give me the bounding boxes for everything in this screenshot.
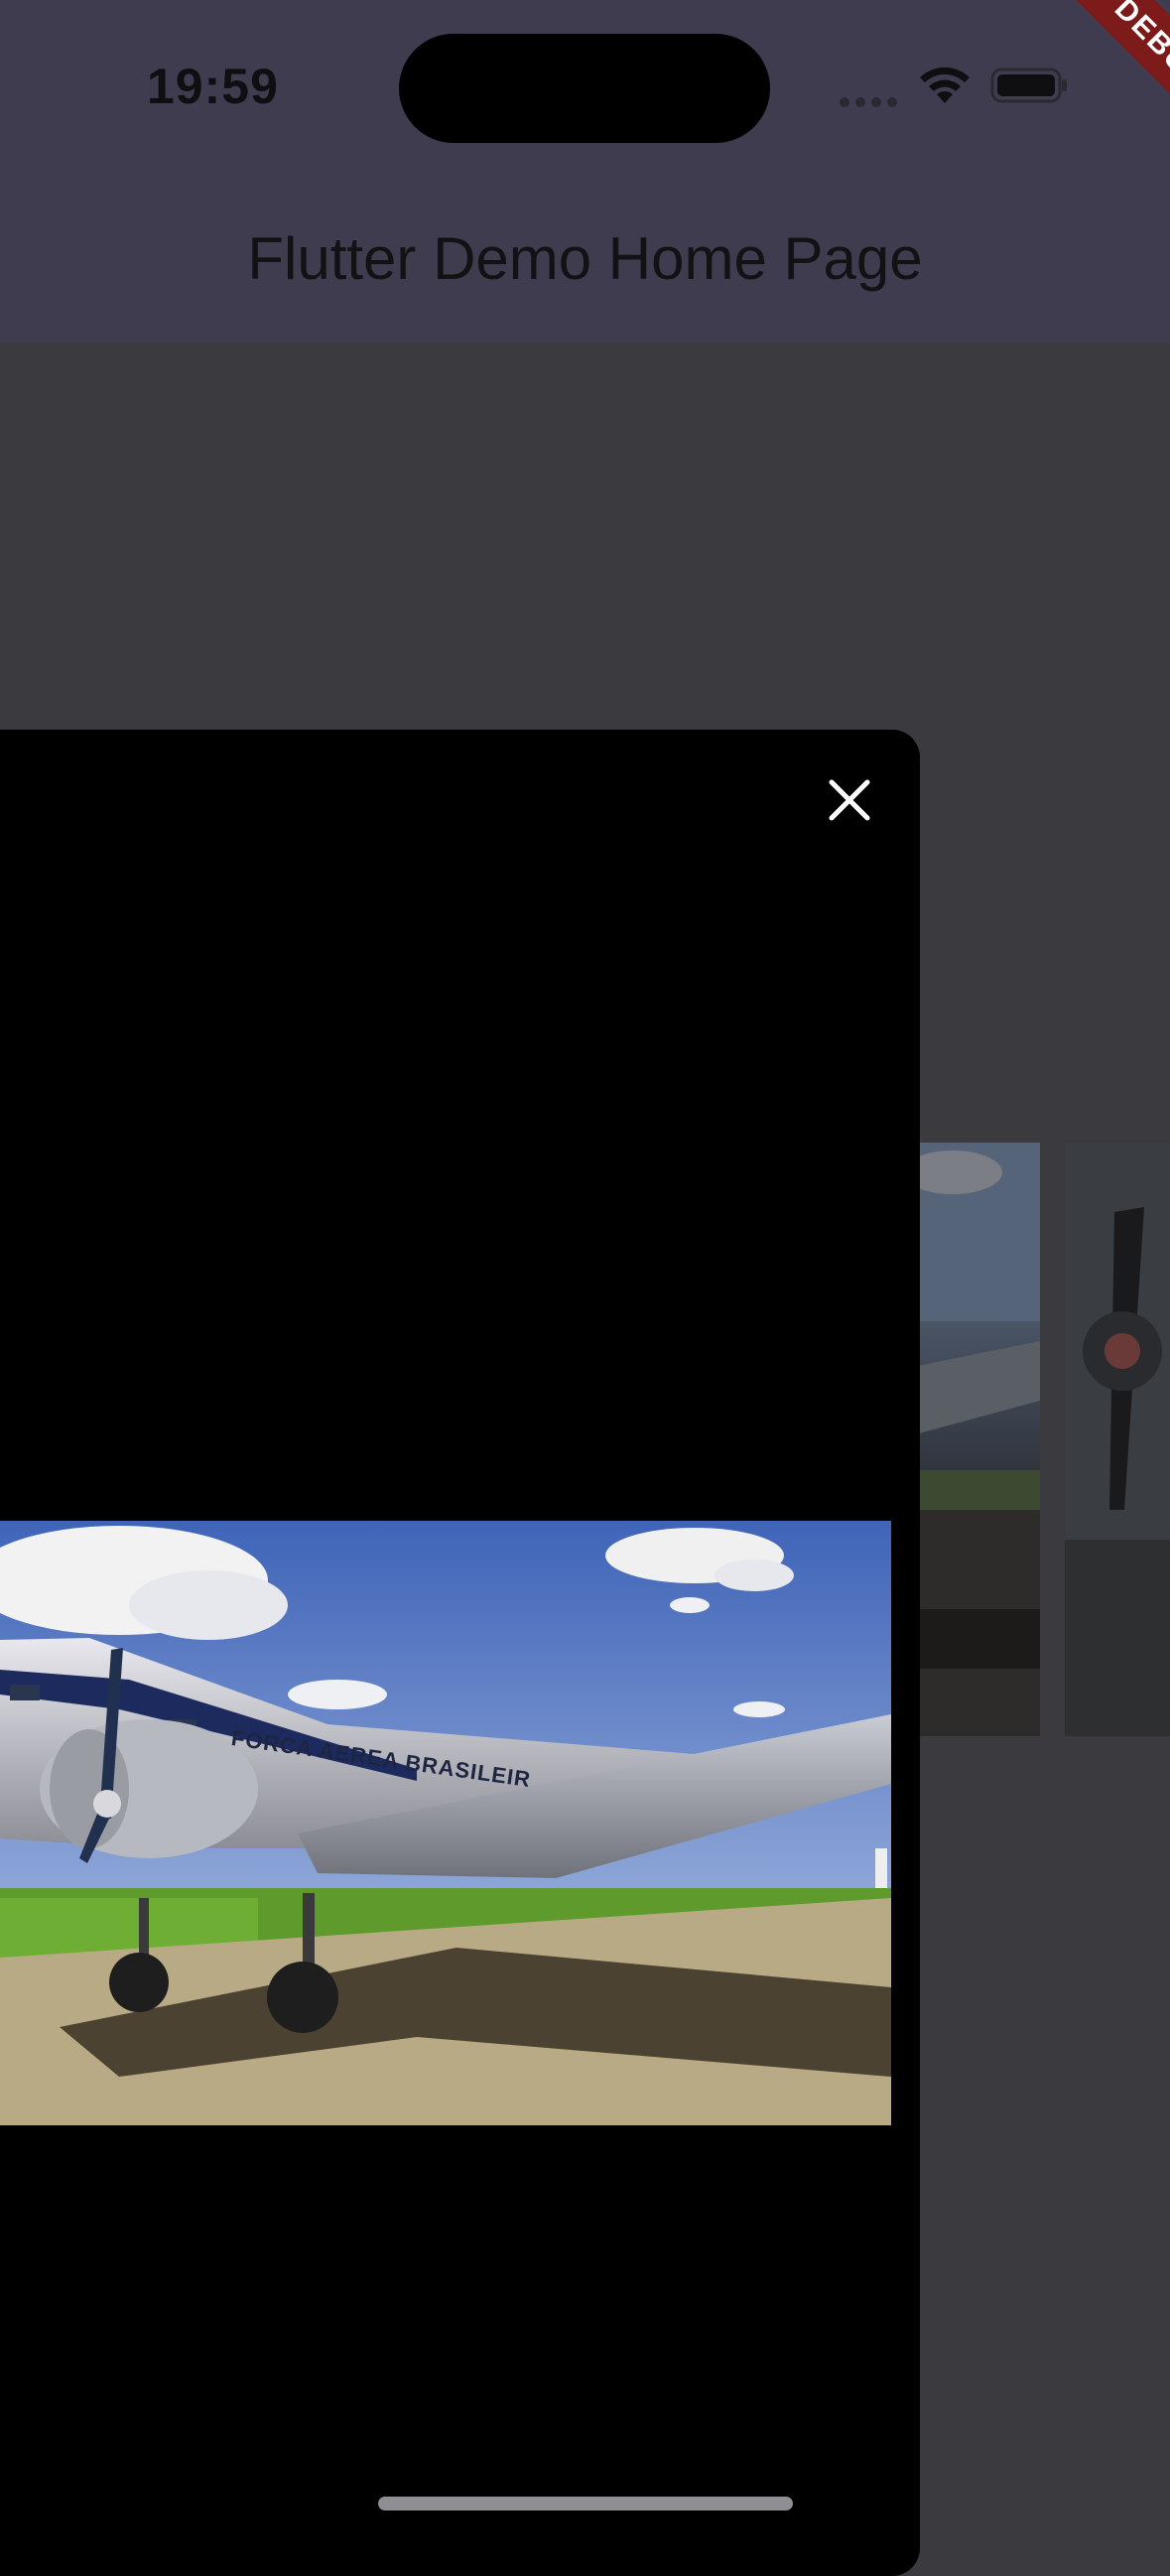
- home-indicator[interactable]: [378, 2497, 793, 2510]
- wifi-icon: [917, 66, 973, 110]
- signal-dots-icon: [840, 94, 903, 112]
- gallery-thumbnail[interactable]: [1065, 1143, 1170, 1736]
- app-bar: 19:59 Flutter Demo Home Page: [0, 0, 1170, 342]
- close-button[interactable]: [812, 762, 887, 838]
- aircraft-photo[interactable]: [0, 1521, 891, 2125]
- page-title: Flutter Demo Home Page: [247, 225, 923, 292]
- close-icon: [829, 779, 870, 821]
- status-time: 19:59: [147, 59, 279, 114]
- battery-icon: [990, 66, 1070, 110]
- dynamic-island: [399, 34, 770, 143]
